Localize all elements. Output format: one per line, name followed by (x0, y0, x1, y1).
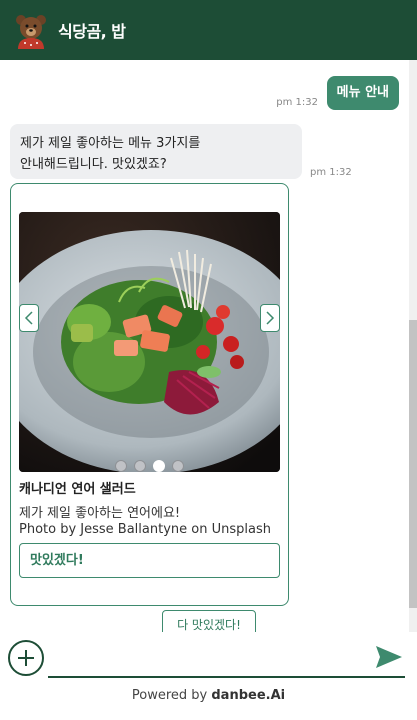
card-title: 캐나디언 연어 샐러드 (19, 482, 136, 497)
card-description: 제가 제일 좋아하는 연어에요! (19, 506, 181, 521)
bot-message-bubble: 제가 제일 좋아하는 메뉴 3가지를 안내해드립니다. 맛있겠죠? (10, 124, 302, 179)
bear-avatar-icon (12, 11, 50, 49)
brand-name[interactable]: danbee.Ai (211, 688, 285, 703)
chat-scrollbar[interactable] (409, 60, 417, 632)
chat-area[interactable]: 메뉴 안내 pm 1:32 제가 제일 좋아하는 메뉴 3가지를 안내해드립니다… (0, 60, 417, 632)
send-icon (376, 646, 402, 668)
carousel-dot[interactable] (172, 460, 184, 472)
chevron-left-icon (24, 311, 33, 325)
send-button[interactable] (374, 642, 404, 672)
salmon-salad-photo (19, 212, 280, 472)
bot-message-line: 제가 제일 좋아하는 메뉴 3가지를 (20, 136, 201, 151)
menu-card: 캐나디언 연어 샐러드 제가 제일 좋아하는 연어에요! Photo by Je… (10, 183, 289, 606)
chat-title: 식당곰, 밥 (58, 22, 126, 41)
plus-icon (18, 650, 34, 666)
message-input-bar (0, 638, 417, 682)
powered-by-footer: Powered by danbee.Ai (0, 688, 417, 703)
carousel-dots (19, 460, 280, 472)
chevron-right-icon (266, 311, 275, 325)
quick-reply-button[interactable]: 다 맛있겠다! (162, 610, 256, 632)
carousel-dot-active[interactable] (153, 460, 165, 472)
user-message-time: pm 1:32 (276, 97, 318, 108)
app-header: 식당곰, 밥 (0, 0, 417, 60)
message-input[interactable] (48, 676, 405, 678)
carousel-next-button[interactable] (260, 304, 280, 332)
carousel-prev-button[interactable] (19, 304, 39, 332)
bot-message-line: 안내해드립니다. 맛있겠죠? (20, 157, 167, 172)
card-action-button[interactable]: 맛있겠다! (19, 543, 280, 578)
add-attachment-button[interactable] (8, 640, 44, 676)
bot-message-time: pm 1:32 (310, 167, 352, 178)
carousel-dot[interactable] (115, 460, 127, 472)
photo-credit: Photo by Jesse Ballantyne on Unsplash (19, 522, 271, 537)
scrollbar-thumb[interactable] (409, 320, 417, 608)
powered-by-prefix: Powered by (131, 688, 212, 703)
user-message-bubble: 메뉴 안내 (326, 76, 399, 110)
carousel-dot[interactable] (134, 460, 146, 472)
